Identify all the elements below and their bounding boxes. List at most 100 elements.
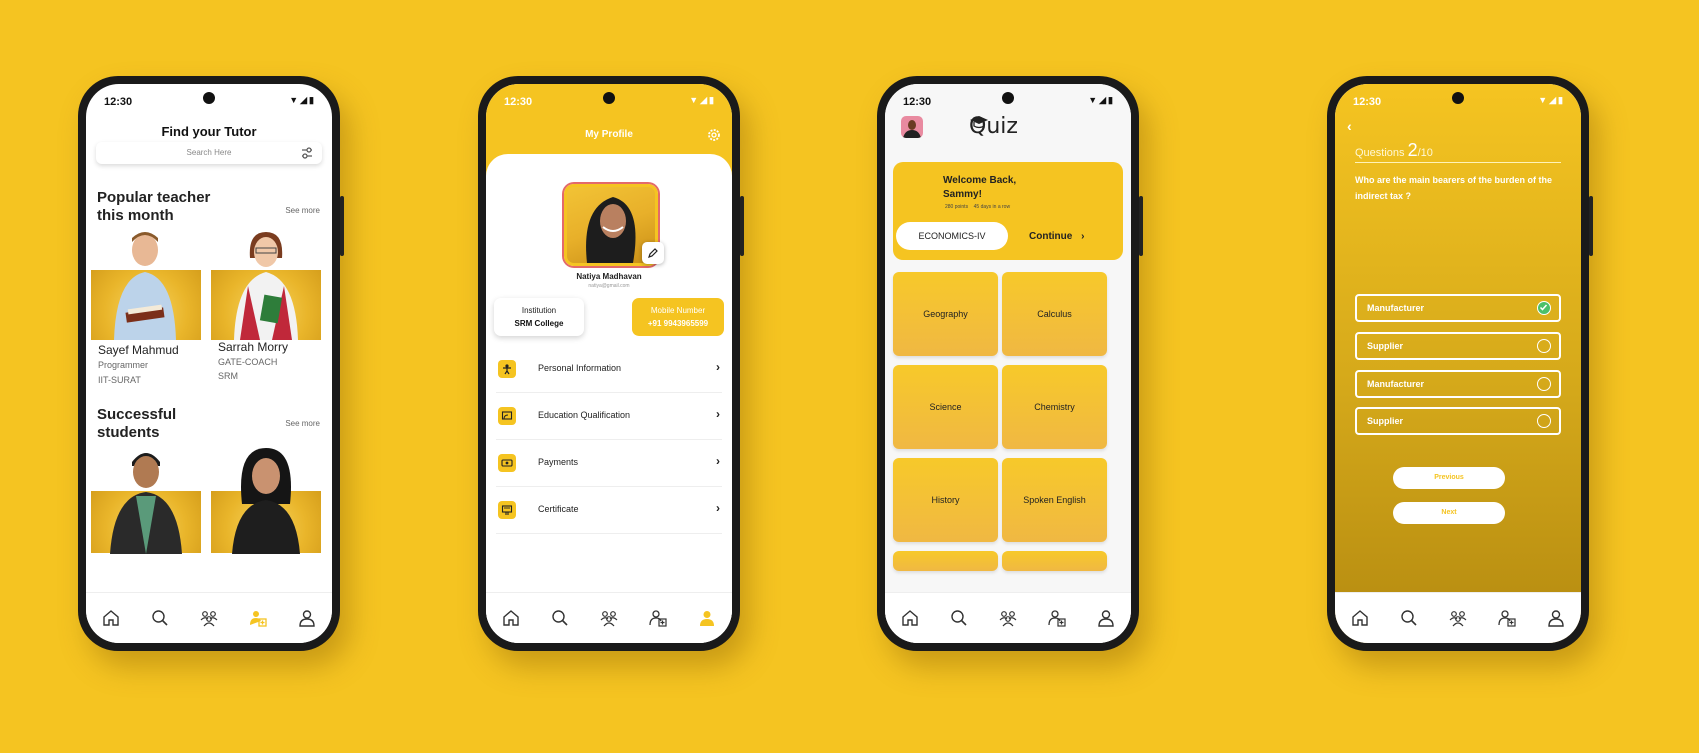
subject-tile[interactable]: Spoken English	[1002, 458, 1107, 542]
streak-text: 45 days in a row	[973, 204, 1011, 210]
person-icon	[498, 360, 516, 378]
quiz-screen: 12:30 ▼◢▮ Quiz Welcome Back, Sammy! 280 …	[885, 84, 1131, 643]
certificate-screen-icon	[498, 407, 516, 425]
search-icon	[552, 610, 568, 626]
subject-tile[interactable]: Geography	[893, 272, 998, 356]
answer-option[interactable]: Supplier	[1355, 332, 1561, 360]
profile-icon	[299, 610, 316, 627]
nav-search[interactable]	[148, 606, 172, 630]
nav-search[interactable]	[548, 606, 572, 630]
current-course-chip[interactable]: ECONOMICS-IV	[896, 222, 1008, 250]
home-icon	[502, 610, 519, 626]
nav-profile[interactable]	[295, 606, 319, 630]
chevron-right-icon: ›	[716, 454, 720, 468]
radio-icon	[1537, 377, 1551, 391]
home-icon	[102, 610, 119, 626]
answer-option[interactable]: Supplier	[1355, 407, 1561, 435]
gear-icon[interactable]	[706, 127, 722, 143]
search-icon	[152, 610, 168, 626]
status-time: 12:30	[1353, 96, 1382, 108]
institution-value: SRM College	[514, 319, 564, 328]
student-photo[interactable]	[106, 444, 186, 554]
subject-tile[interactable]: History	[893, 458, 998, 542]
nav-profile[interactable]	[1544, 606, 1568, 630]
continue-button[interactable]: Continue ›	[1029, 231, 1084, 242]
nav-add-tutor[interactable]	[646, 606, 670, 630]
nav-search[interactable]	[947, 606, 971, 630]
divider	[1355, 162, 1561, 163]
next-button[interactable]: Next	[1393, 502, 1505, 524]
continue-label: Continue	[1029, 231, 1073, 242]
previous-button[interactable]: Previous	[1393, 467, 1505, 489]
phone-quiz-screen: 12:30 ▼◢▮ Quiz Welcome Back, Sammy! 280 …	[877, 76, 1143, 651]
status-time: 12:30	[903, 96, 932, 108]
status-time: 12:30	[104, 96, 133, 108]
menu-item-certificate[interactable]: Certificate ›	[496, 487, 722, 534]
front-camera	[203, 92, 215, 104]
home-icon	[901, 610, 918, 626]
filter-icon[interactable]	[300, 146, 314, 160]
nav-community[interactable]	[197, 606, 221, 630]
add-person-icon	[1048, 610, 1066, 627]
add-person-icon	[250, 611, 267, 627]
menu-item-label: Payments	[538, 457, 579, 467]
avatar[interactable]	[901, 116, 923, 138]
page-title: My Profile	[585, 129, 633, 140]
answer-option[interactable]: Manufacturer	[1355, 370, 1561, 398]
teacher-name: Sayef Mahmud	[98, 343, 179, 357]
tutor-screen: 12:30 ▼◢▮ Find your Tutor Search Here Po…	[86, 84, 332, 643]
search-input[interactable]: Search Here	[96, 142, 322, 164]
nav-home[interactable]	[99, 606, 123, 630]
see-more-students-link[interactable]: See more	[285, 419, 320, 428]
back-arrow-icon[interactable]: ‹	[1347, 118, 1352, 134]
question-text: Who are the main bearers of the burden o…	[1355, 175, 1553, 201]
institution-label: Institution	[521, 306, 557, 315]
subject-tile-partial[interactable]	[1002, 551, 1107, 571]
subject-tile-partial[interactable]	[893, 551, 998, 571]
teacher-name: Sarrah Morry	[218, 340, 289, 354]
subject-tile[interactable]: Chemistry	[1002, 365, 1107, 449]
chevron-right-icon: ›	[1081, 231, 1085, 242]
profile-icon	[1548, 610, 1565, 627]
question-number: 2	[1407, 140, 1418, 160]
phone-tutor-screen: 12:30 ▼◢▮ Find your Tutor Search Here Po…	[78, 76, 344, 651]
question-total: /10	[1417, 147, 1433, 159]
nav-community[interactable]	[597, 606, 621, 630]
payment-icon	[498, 454, 516, 472]
menu-item-education-qualification[interactable]: Education Qualification ›	[496, 393, 722, 440]
nav-add-tutor[interactable]	[1495, 606, 1519, 630]
menu-item-payments[interactable]: Payments ›	[496, 440, 722, 487]
question-counter: Questions 2/10	[1355, 140, 1433, 161]
teacher-photo[interactable]	[226, 228, 306, 340]
teacher-photo[interactable]	[104, 228, 186, 340]
institution-card: Institution SRM College	[494, 298, 584, 336]
phone-profile-screen: 12:30 ▼◢▮ My Profile Natiya Madhavan nat…	[478, 76, 744, 651]
nav-add-tutor[interactable]	[246, 606, 270, 630]
check-circle-icon	[1537, 301, 1551, 315]
nav-home[interactable]	[499, 606, 523, 630]
edit-photo-button[interactable]	[642, 242, 664, 264]
certificate-icon	[498, 501, 516, 519]
nav-community[interactable]	[996, 606, 1020, 630]
see-more-teachers-link[interactable]: See more	[285, 206, 320, 215]
subject-tile[interactable]: Science	[893, 365, 998, 449]
nav-profile[interactable]	[1094, 606, 1118, 630]
nav-home[interactable]	[898, 606, 922, 630]
nav-profile[interactable]	[695, 606, 719, 630]
menu-item-personal-information[interactable]: Personal Information ›	[496, 346, 722, 393]
phone-question-screen: 12:30 ▼◢▮ ‹ Questions 2/10 Who are the m…	[1327, 76, 1593, 651]
welcome-line: Welcome Back,	[943, 175, 1017, 186]
nav-home[interactable]	[1348, 606, 1372, 630]
app-logo: Quiz	[969, 114, 1018, 139]
menu-item-label: Personal Information	[538, 363, 622, 373]
nav-search[interactable]	[1397, 606, 1421, 630]
user-stats: 280 points 45 days in a row	[945, 204, 1010, 210]
answer-option[interactable]: Manufacturer	[1355, 294, 1561, 322]
subject-tile[interactable]: Calculus	[1002, 272, 1107, 356]
chevron-right-icon: ›	[716, 360, 720, 374]
nav-add-tutor[interactable]	[1045, 606, 1069, 630]
student-photo[interactable]	[226, 444, 306, 554]
search-placeholder: Search Here	[186, 148, 232, 157]
nav-community[interactable]	[1446, 606, 1470, 630]
profile-icon	[700, 611, 715, 626]
